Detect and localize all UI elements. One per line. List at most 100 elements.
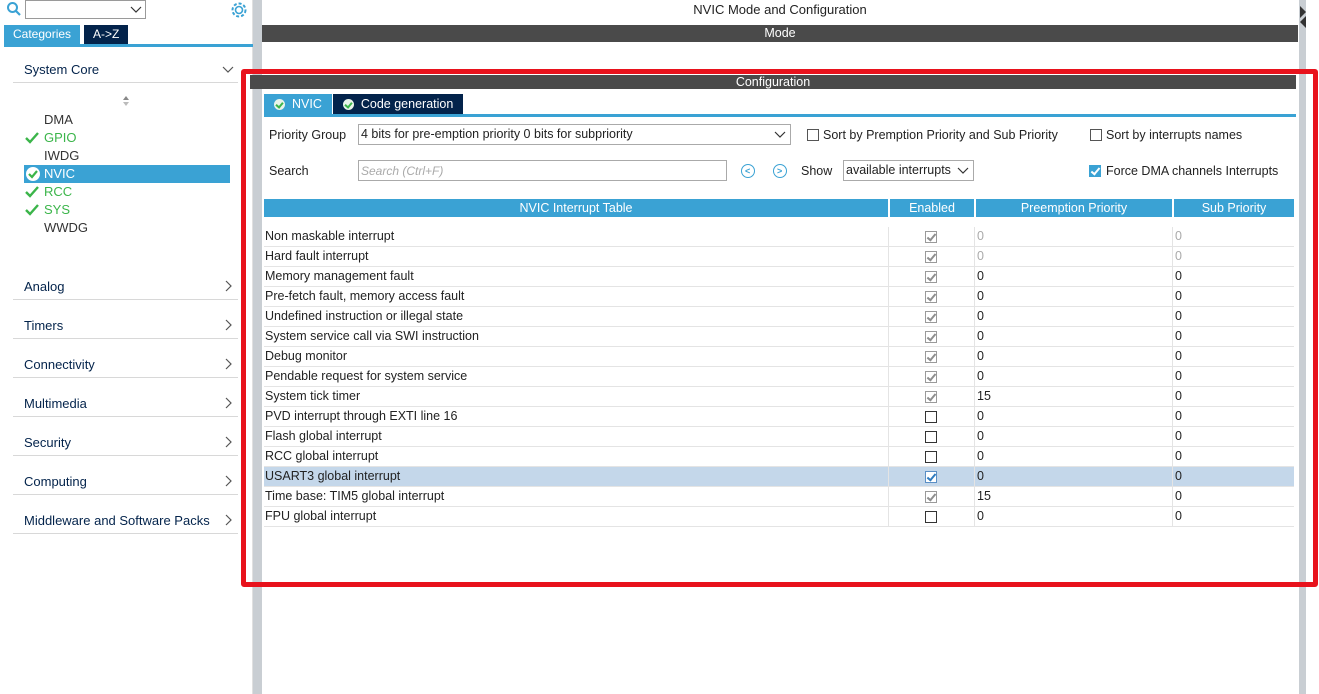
sub-priority-cell[interactable]: 0 — [1175, 429, 1182, 443]
sidebar-item-dma[interactable]: DMA — [24, 111, 230, 129]
sub-priority-cell[interactable]: 0 — [1175, 389, 1182, 403]
enabled-checkbox[interactable] — [925, 511, 937, 523]
scroll-up-icon[interactable] — [121, 95, 131, 107]
priority-group-select[interactable]: 4 bits for pre-emption priority 0 bits f… — [358, 124, 791, 145]
enabled-checkbox[interactable] — [925, 351, 937, 363]
right-splitter[interactable] — [1298, 0, 1319, 694]
sub-priority-cell[interactable]: 0 — [1175, 289, 1182, 303]
enabled-checkbox[interactable] — [925, 291, 937, 303]
preemption-priority-cell[interactable]: 0 — [977, 349, 984, 363]
table-row[interactable]: Debug monitor 0 0 — [264, 347, 1294, 367]
enabled-checkbox[interactable] — [925, 271, 937, 283]
table-row[interactable]: Undefined instruction or illegal state 0 0 — [264, 307, 1294, 327]
column-header-enabled[interactable]: Enabled — [890, 199, 974, 217]
category-security[interactable]: Security — [13, 432, 238, 456]
preemption-priority-cell[interactable]: 0 — [977, 429, 984, 443]
sidebar-item-gpio[interactable]: GPIO — [24, 129, 230, 147]
preemption-priority-cell[interactable]: 0 — [977, 369, 984, 383]
enabled-checkbox[interactable] — [925, 491, 937, 503]
category-computing[interactable]: Computing — [13, 471, 238, 495]
sub-priority-cell[interactable]: 0 — [1175, 449, 1182, 463]
sub-priority-cell[interactable]: 0 — [1175, 229, 1182, 243]
sidebar-item-nvic[interactable]: NVIC — [24, 165, 230, 183]
search-icon[interactable] — [6, 1, 22, 17]
table-row[interactable]: Pre-fetch fault, memory access fault 0 0 — [264, 287, 1294, 307]
category-analog[interactable]: Analog — [13, 276, 238, 300]
sub-priority-cell[interactable]: 0 — [1175, 309, 1182, 323]
search-next-button[interactable]: > — [773, 164, 787, 178]
sub-priority-cell[interactable]: 0 — [1175, 329, 1182, 343]
collapse-arrow-icon[interactable] — [1299, 4, 1307, 28]
sub-priority-cell[interactable]: 0 — [1175, 349, 1182, 363]
sidebar-item-iwdg[interactable]: IWDG — [24, 147, 230, 165]
sub-priority-cell[interactable]: 0 — [1175, 369, 1182, 383]
gear-icon[interactable] — [229, 0, 249, 20]
sidebar-item-rcc[interactable]: RCC — [24, 183, 230, 201]
sort-names-checkbox[interactable] — [1090, 129, 1102, 141]
tab-categories[interactable]: Categories — [4, 25, 81, 44]
table-row[interactable]: System tick timer 15 0 — [264, 387, 1294, 407]
preemption-priority-cell[interactable]: 0 — [977, 289, 984, 303]
sidebar-item-wwdg[interactable]: WWDG — [24, 219, 230, 237]
table-row[interactable]: RCC global interrupt 0 0 — [264, 447, 1294, 467]
mode-section-bar[interactable]: Mode — [262, 25, 1298, 42]
table-row[interactable]: FPU global interrupt 0 0 — [264, 507, 1294, 527]
table-row[interactable]: Memory management fault 0 0 — [264, 267, 1294, 287]
category-timers[interactable]: Timers — [13, 315, 238, 339]
sort-preemption-checkbox[interactable] — [807, 129, 819, 141]
table-row[interactable]: System service call via SWI instruction 0… — [264, 327, 1294, 347]
column-header-preemption[interactable]: Preemption Priority — [976, 199, 1172, 217]
enabled-checkbox[interactable] — [925, 311, 937, 323]
tab-code-generation[interactable]: Code generation — [332, 94, 464, 114]
table-row[interactable]: PVD interrupt through EXTI line 16 0 0 — [264, 407, 1294, 427]
category-system-core[interactable]: System Core — [13, 59, 238, 83]
enabled-checkbox[interactable] — [925, 411, 937, 423]
sub-priority-cell[interactable]: 0 — [1175, 509, 1182, 523]
enabled-checkbox[interactable] — [925, 451, 937, 463]
preemption-priority-cell[interactable]: 0 — [977, 329, 984, 343]
preemption-priority-cell[interactable]: 15 — [977, 489, 991, 503]
preemption-priority-cell[interactable]: 0 — [977, 469, 984, 483]
search-previous-button[interactable]: < — [741, 164, 755, 178]
preemption-priority-cell[interactable]: 0 — [977, 269, 984, 283]
table-row[interactable]: USART3 global interrupt 0 0 — [264, 467, 1294, 487]
table-row[interactable]: Hard fault interrupt 0 0 — [264, 247, 1294, 267]
enabled-checkbox[interactable] — [925, 371, 937, 383]
preemption-priority-cell[interactable]: 0 — [977, 309, 984, 323]
enabled-checkbox[interactable] — [925, 251, 937, 263]
preemption-priority-cell[interactable]: 0 — [977, 229, 984, 243]
sidebar-item-sys[interactable]: SYS — [24, 201, 230, 219]
sub-priority-cell[interactable]: 0 — [1175, 249, 1182, 263]
enabled-checkbox[interactable] — [925, 431, 937, 443]
tab-a-to-z[interactable]: A->Z — [84, 25, 129, 44]
sub-priority-cell[interactable]: 0 — [1175, 469, 1182, 483]
search-input[interactable] — [358, 160, 727, 181]
enabled-checkbox[interactable] — [925, 471, 937, 483]
search-combo[interactable] — [25, 0, 146, 19]
sub-priority-cell[interactable]: 0 — [1175, 409, 1182, 423]
sub-priority-cell[interactable]: 0 — [1175, 269, 1182, 283]
enabled-checkbox[interactable] — [925, 231, 937, 243]
configuration-section-bar[interactable]: Configuration — [250, 75, 1296, 89]
force-dma-checkbox[interactable] — [1089, 165, 1101, 177]
sub-priority-cell[interactable]: 0 — [1175, 489, 1182, 503]
column-header-sub-priority[interactable]: Sub Priority — [1174, 199, 1294, 217]
tab-nvic[interactable]: NVIC — [264, 94, 332, 114]
preemption-priority-cell[interactable]: 0 — [977, 409, 984, 423]
preemption-priority-cell[interactable]: 0 — [977, 509, 984, 523]
preemption-priority-cell[interactable]: 15 — [977, 389, 991, 403]
table-row[interactable]: Pendable request for system service 0 0 — [264, 367, 1294, 387]
table-row[interactable]: Time base: TIM5 global interrupt 15 0 — [264, 487, 1294, 507]
preemption-priority-cell[interactable]: 0 — [977, 449, 984, 463]
preemption-priority-cell[interactable]: 0 — [977, 249, 984, 263]
category-multimedia[interactable]: Multimedia — [13, 393, 238, 417]
category-middleware[interactable]: Middleware and Software Packs — [13, 510, 238, 534]
table-row[interactable]: Flash global interrupt 0 0 — [264, 427, 1294, 447]
splitter-handle[interactable] — [253, 0, 262, 694]
enabled-checkbox[interactable] — [925, 331, 937, 343]
table-row[interactable]: Non maskable interrupt 0 0 — [264, 227, 1294, 247]
show-select[interactable]: available interrupts — [843, 160, 974, 181]
enabled-checkbox[interactable] — [925, 391, 937, 403]
column-header-name[interactable]: NVIC Interrupt Table — [264, 199, 888, 217]
category-connectivity[interactable]: Connectivity — [13, 354, 238, 378]
